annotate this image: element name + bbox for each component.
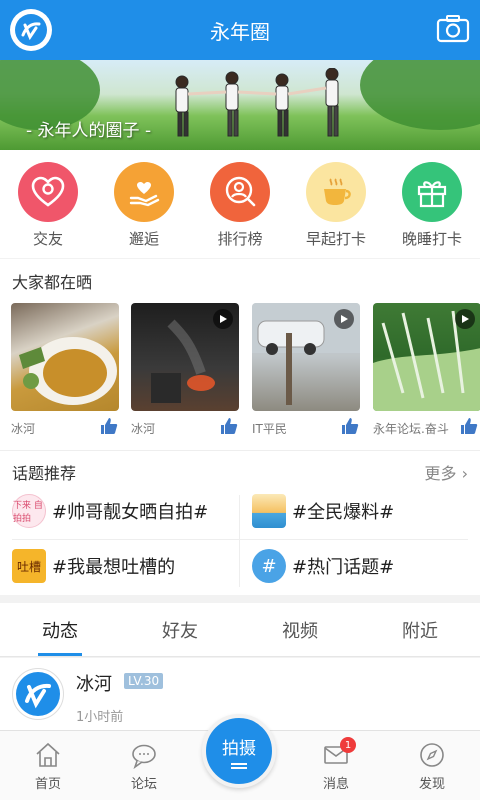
topic-recommendations: 话题推荐 更多 › 下来 自拍拍 #帅哥靓女晒自拍# #全民爆料# 吐槽 #我最… <box>0 450 480 595</box>
nav-home[interactable]: 首页 <box>0 731 96 800</box>
category-early-checkin[interactable]: 早起打卡 <box>288 150 384 258</box>
share-thumbnail[interactable] <box>131 303 239 411</box>
heart-camera-icon <box>18 162 78 222</box>
topic-item[interactable]: #全民爆料# <box>252 492 394 530</box>
topic-item[interactable]: 下来 自拍拍 #帅哥靓女晒自拍# <box>12 492 208 530</box>
nav-label: 消息 <box>322 777 349 792</box>
home-icon <box>36 742 60 767</box>
tab-nearby[interactable]: 附近 <box>360 603 480 656</box>
more-link[interactable]: 更多 › <box>424 460 468 484</box>
shoot-label: 拍摄 <box>222 738 256 759</box>
category-label: 排行榜 <box>217 230 263 248</box>
coffee-cup-icon <box>306 162 366 222</box>
ranking-person-icon <box>210 162 270 222</box>
unread-badge: 1 <box>340 737 356 753</box>
section-title: 大家都在晒 <box>12 273 93 292</box>
play-icon <box>334 309 354 329</box>
share-user-name[interactable]: 永年论坛.奋斗 <box>373 420 449 437</box>
everyone-sharing-section: 大家都在晒 冰河 冰河 IT平民 永年论坛.奋斗 <box>0 259 480 450</box>
category-making-friends[interactable]: 交友 <box>0 150 96 258</box>
category-encounter[interactable]: 邂逅 <box>96 150 192 258</box>
thumbs-up-icon[interactable] <box>460 417 478 435</box>
more-label: 更多 <box>424 464 457 483</box>
category-label: 早起打卡 <box>305 230 366 248</box>
topic-text: #我最想吐槽的 <box>52 557 176 578</box>
play-icon <box>455 309 475 329</box>
category-ranking[interactable]: 排行榜 <box>192 150 288 258</box>
level-badge: LV.30 <box>124 673 164 689</box>
camera-icon[interactable] <box>436 14 470 44</box>
share-user-name[interactable]: 冰河 <box>11 420 35 437</box>
compass-icon <box>420 743 444 767</box>
chat-bubble-icon <box>132 744 156 769</box>
nav-label: 论坛 <box>130 777 157 792</box>
shoot-button[interactable]: 拍摄 <box>202 714 276 788</box>
nav-label: 发现 <box>418 777 445 792</box>
thumbs-up-icon[interactable] <box>100 417 118 435</box>
selfie-topic-icon: 下来 自拍拍 <box>12 494 46 528</box>
gift-box-icon <box>402 162 462 222</box>
share-user-name[interactable]: 冰河 <box>131 420 155 437</box>
category-label: 邂逅 <box>128 230 159 248</box>
page-title: 永年圈 <box>210 19 270 44</box>
category-late-checkin[interactable]: 晚睡打卡 <box>384 150 480 258</box>
heart-hand-icon <box>114 162 174 222</box>
avatar[interactable] <box>12 668 64 720</box>
category-row: 交友 邂逅 排行榜 早起打卡 晚睡打卡 <box>0 150 480 258</box>
swim-topic-icon <box>252 494 286 528</box>
banner-image[interactable]: - 永年人的圈子 - <box>0 60 480 150</box>
play-icon <box>213 309 233 329</box>
complain-topic-icon: 吐槽 <box>12 549 46 583</box>
banner-people-illustration <box>175 68 339 137</box>
banner-caption: - 永年人的圈子 - <box>26 121 152 141</box>
nav-forum[interactable]: 论坛 <box>96 731 192 800</box>
nav-discover[interactable]: 发现 <box>384 731 480 800</box>
share-user-name[interactable]: IT平民 <box>252 420 287 437</box>
nav-label: 首页 <box>34 777 61 792</box>
section-title: 话题推荐 <box>12 464 77 483</box>
thumbs-up-icon[interactable] <box>220 417 238 435</box>
hashtag-topic-icon: # <box>252 549 286 583</box>
topic-text: #全民爆料# <box>292 502 395 523</box>
app-header: 永年圈 <box>0 0 480 60</box>
tab-video[interactable]: 视频 <box>240 603 360 656</box>
share-thumbnail[interactable] <box>252 303 360 411</box>
post-time: 1小时前 <box>76 710 124 725</box>
share-thumbnail[interactable] <box>373 303 480 411</box>
menu-lines-icon <box>231 762 247 769</box>
thumbs-up-icon[interactable] <box>341 417 359 435</box>
share-thumbnail[interactable] <box>11 303 119 411</box>
topic-item[interactable]: # #热门话题# <box>252 547 394 585</box>
tab-activity[interactable]: 动态 <box>0 603 120 656</box>
chevron-right-icon: › <box>461 464 468 483</box>
topic-text: #帅哥靓女晒自拍# <box>52 502 209 523</box>
divider <box>12 539 468 540</box>
feed-tabs: 动态 好友 视频 附近 <box>0 603 480 657</box>
tab-friends[interactable]: 好友 <box>120 603 240 656</box>
topic-item[interactable]: 吐槽 #我最想吐槽的 <box>12 547 175 585</box>
app-logo-icon[interactable] <box>10 9 52 51</box>
post-user-name[interactable]: 冰河 <box>76 670 112 696</box>
topic-text: #热门话题# <box>292 557 395 578</box>
category-label: 交友 <box>32 230 63 248</box>
category-label: 晚睡打卡 <box>401 230 462 248</box>
nav-messages[interactable]: 消息 1 <box>288 731 384 800</box>
divider <box>239 495 240 587</box>
